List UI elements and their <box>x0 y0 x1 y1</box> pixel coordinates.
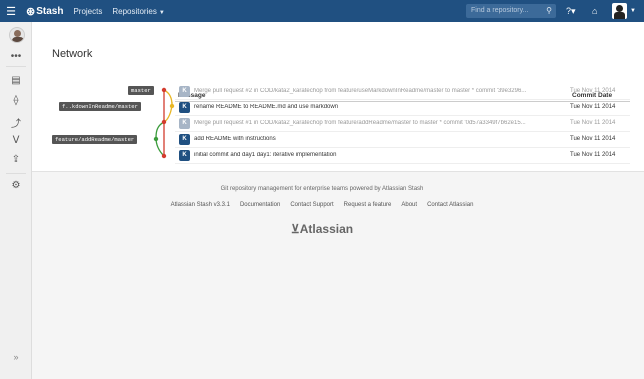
source-icon[interactable]: ▤ <box>0 75 32 86</box>
branch-label-master[interactable]: master <box>128 86 154 95</box>
commit-message[interactable]: add README with instructions <box>194 136 570 142</box>
branch-label-readme[interactable]: feature/addReadme/master <box>52 135 138 144</box>
atlassian-logo[interactable]: ⊻Atlassian <box>0 222 644 236</box>
stash-logo[interactable]: ⊛ Stash <box>26 5 63 18</box>
author-badge: K <box>179 133 190 145</box>
sidebar-divider <box>6 173 26 174</box>
table-row[interactable]: K rename README to README.md and use mar… <box>175 99 630 116</box>
commit-dot[interactable] <box>161 87 167 93</box>
nav-repositories-label: Repositories <box>112 6 157 16</box>
atlassian-logo-text: Atlassian <box>299 222 354 236</box>
network-icon[interactable]: ⤴ <box>0 115 32 130</box>
commits-icon[interactable]: ⟠ <box>0 95 32 106</box>
nav-projects[interactable]: Projects <box>73 7 102 16</box>
repository-search-input[interactable]: Find a repository... ⚲ <box>466 4 556 18</box>
inbox-icon[interactable]: ⌂ <box>592 4 597 18</box>
author-badge: K <box>179 85 190 97</box>
user-menu-caret-icon[interactable]: ▼ <box>630 4 636 18</box>
commit-date: Tue Nov 11 2014 <box>570 104 616 110</box>
commit-dot[interactable] <box>153 136 159 142</box>
commit-message[interactable]: Merge pull request #2 in COD/kata2_karat… <box>194 88 570 94</box>
footer-contact-atlassian-link[interactable]: Contact Atlassian <box>427 202 473 208</box>
search-icon: ⚲ <box>546 6 552 15</box>
fork-icon[interactable]: ⇪ <box>0 154 32 165</box>
commit-message[interactable]: Merge pull request #1 in COD/kata2_karat… <box>194 120 570 126</box>
table-row[interactable]: K Merge pull request #2 in COD/kata2_kar… <box>175 83 630 100</box>
footer-documentation-link[interactable]: Documentation <box>240 202 280 208</box>
commit-message[interactable]: rename README to README.md and use markd… <box>194 104 570 110</box>
table-row[interactable]: K add README with instructions Tue Nov 1… <box>175 131 630 148</box>
author-badge: K <box>179 117 190 129</box>
table-row[interactable]: K initial commit and day1 day1: iterativ… <box>175 147 630 164</box>
table-row[interactable]: K Merge pull request #1 in COD/kata2_kar… <box>175 115 630 132</box>
top-nav-bar: ☰ ⊛ Stash Projects Repositories ▼ Find a … <box>0 0 644 22</box>
chevron-down-icon: ▼ <box>158 9 165 16</box>
brand-name: Stash <box>36 5 64 17</box>
nav-repositories[interactable]: Repositories ▼ <box>112 7 164 16</box>
commit-dot[interactable] <box>161 153 167 159</box>
repository-avatar[interactable] <box>9 27 25 43</box>
branch-label-markdown[interactable]: f..kdownInReadme/master <box>59 102 141 111</box>
footer-version[interactable]: Atlassian Stash v3.3.1 <box>171 202 230 208</box>
repository-sidebar: ••• ▤ ⟠ ⤴ ⴸ ⇪ ⚙ » <box>0 22 32 379</box>
user-avatar-head <box>616 5 623 12</box>
commit-message[interactable]: initial commit and day1 day1: iterative … <box>194 152 570 158</box>
stash-logo-icon: ⊛ <box>26 5 36 18</box>
commit-date: Tue Nov 11 2014 <box>570 136 616 142</box>
commit-dot[interactable] <box>169 103 175 109</box>
search-placeholder: Find a repository... <box>471 7 529 14</box>
sidebar-divider <box>6 66 26 67</box>
atlassian-logo-icon: ⊻ <box>290 222 300 236</box>
footer-links: Atlassian Stash v3.3.1 Documentation Con… <box>0 202 644 208</box>
repository-avatar-head <box>14 30 21 37</box>
footer-tagline: Git repository management for enterprise… <box>220 186 424 192</box>
help-icon[interactable]: ?▾ <box>566 4 576 18</box>
commit-dot[interactable] <box>161 119 167 125</box>
main-content: Network master f..kdownInReadme/master f… <box>32 22 644 172</box>
author-badge: K <box>179 149 190 161</box>
commit-date: Tue Nov 11 2014 <box>570 152 616 158</box>
pull-requests-icon[interactable]: ⴸ <box>0 135 32 146</box>
network-graph <box>153 87 175 159</box>
commit-date: Tue Nov 11 2014 <box>570 120 616 126</box>
footer-about-link[interactable]: About <box>401 202 417 208</box>
menu-icon[interactable]: ☰ <box>0 0 22 22</box>
user-avatar-body <box>614 12 625 19</box>
repository-avatar-body <box>12 37 24 42</box>
expand-sidebar-icon[interactable]: » <box>0 352 32 362</box>
more-icon[interactable]: ••• <box>0 51 32 62</box>
footer-request-feature-link[interactable]: Request a feature <box>344 202 392 208</box>
user-avatar[interactable] <box>612 3 627 19</box>
author-badge: K <box>179 101 190 113</box>
commit-date: Tue Nov 11 2014 <box>570 88 616 94</box>
footer-contact-support-link[interactable]: Contact Support <box>290 202 333 208</box>
